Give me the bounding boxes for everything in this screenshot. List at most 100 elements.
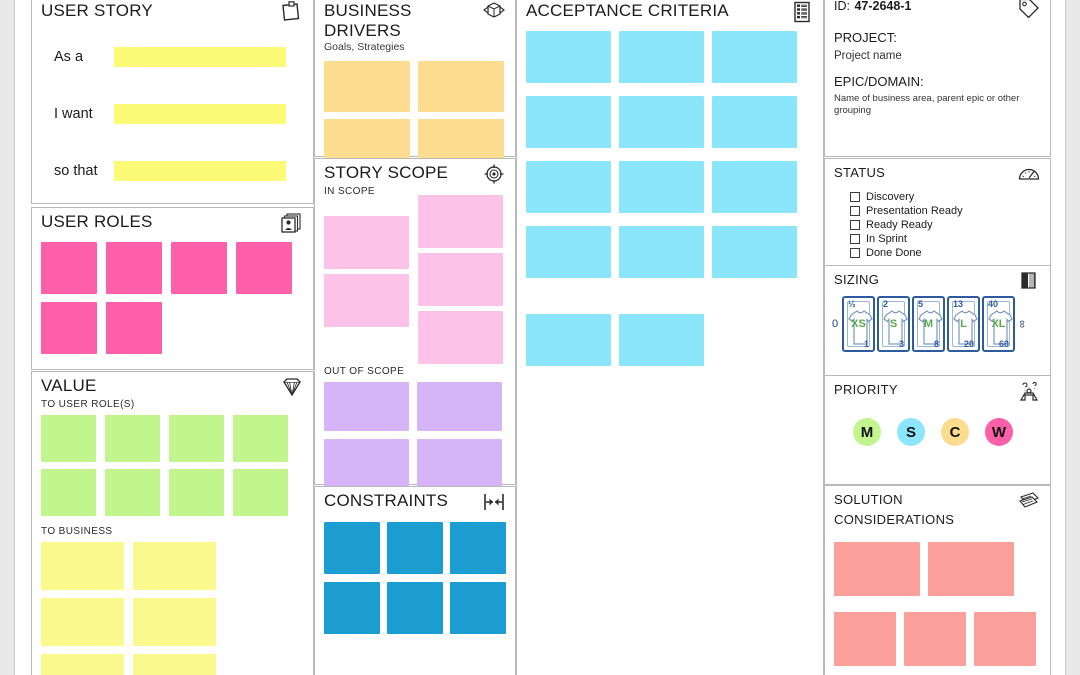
story-board: USER STORY As a I want so that USER ROLE… [14, 0, 1066, 675]
constraint-card[interactable] [450, 522, 506, 574]
status-checkbox[interactable] [850, 192, 860, 202]
sizing-card-s[interactable]: 2 3S [877, 296, 910, 352]
user-role-card[interactable] [106, 242, 162, 294]
solution-consideration-card[interactable] [974, 612, 1036, 666]
user-story-field-i-want[interactable] [114, 104, 286, 124]
constraint-card[interactable] [387, 582, 443, 634]
status-option[interactable]: Ready Ready [850, 218, 1050, 232]
constraint-card[interactable] [324, 522, 380, 574]
panel-title: STORY SCOPE [324, 163, 449, 182]
panel-header: USER STORY [32, 0, 313, 23]
user-role-card[interactable] [236, 242, 292, 294]
user-role-card[interactable] [41, 242, 97, 294]
user-roles-card-grid [32, 234, 313, 354]
project-value[interactable]: Project name [834, 49, 1041, 63]
acceptance-criteria-card[interactable] [526, 226, 611, 278]
value-user-card[interactable] [233, 469, 288, 516]
out-of-scope-card-grid [315, 378, 515, 488]
in-scope-card[interactable] [324, 216, 409, 269]
epic-value[interactable]: Name of business area, parent epic or ot… [834, 93, 1041, 117]
status-checkbox[interactable] [850, 206, 860, 216]
arrows-inward-icon [482, 491, 506, 513]
status-option[interactable]: Discovery [850, 190, 1050, 204]
sizing-label: XL [991, 318, 1006, 330]
status-checkbox[interactable] [850, 234, 860, 244]
sizing-low-value: 40 [988, 299, 999, 309]
value-business-card[interactable] [133, 598, 216, 646]
acceptance-criteria-card[interactable] [712, 161, 797, 213]
user-role-card[interactable] [106, 302, 162, 354]
status-checkbox[interactable] [850, 220, 860, 230]
value-user-card[interactable] [169, 415, 224, 462]
acceptance-criteria-card[interactable] [526, 161, 611, 213]
in-scope-card[interactable] [418, 253, 503, 306]
status-option[interactable]: Presentation Ready [850, 204, 1050, 218]
solution-consideration-card[interactable] [904, 612, 966, 666]
panel-user-roles: USER ROLES [31, 207, 314, 370]
sizing-card-xl[interactable]: 40 60 XL [982, 296, 1015, 352]
acceptance-criteria-card[interactable] [619, 31, 704, 83]
constraint-card[interactable] [387, 522, 443, 574]
value-user-card[interactable] [105, 415, 160, 462]
sizing-card-m[interactable]: 5 8 M [912, 296, 945, 352]
user-story-label-as-a: As a [54, 49, 84, 65]
value-business-card[interactable] [41, 654, 124, 675]
user-story-field-as-a[interactable] [114, 47, 286, 67]
panel-business-drivers: BUSINESS DRIVERS Goals, Strategies [314, 0, 516, 170]
business-driver-card[interactable] [418, 61, 504, 112]
acceptance-criteria-card[interactable] [712, 96, 797, 148]
priority-option-m[interactable]: M [853, 418, 881, 446]
sizing-low-value: 2 [883, 299, 889, 309]
epic-label: EPIC/DOMAIN: [834, 74, 924, 89]
solution-consideration-card[interactable] [834, 612, 896, 666]
value-business-card[interactable] [133, 542, 216, 590]
value-user-card[interactable] [105, 469, 160, 516]
out-of-scope-card[interactable] [324, 439, 409, 488]
user-story-row: I want [32, 96, 313, 132]
acceptance-criteria-card[interactable] [526, 314, 611, 366]
acceptance-criteria-card[interactable] [526, 96, 611, 148]
solution-consideration-card[interactable] [928, 542, 1014, 596]
value-user-card[interactable] [41, 469, 96, 516]
status-checkbox[interactable] [850, 248, 860, 258]
panel-header: SOLUTION CONSIDERATIONS [825, 486, 1050, 530]
user-role-card[interactable] [171, 242, 227, 294]
sizing-card-l[interactable]: 13 20 L [947, 296, 980, 352]
in-scope-card[interactable] [418, 311, 503, 364]
value-user-card[interactable] [169, 469, 224, 516]
user-role-card[interactable] [41, 302, 97, 354]
value-business-card[interactable] [41, 542, 124, 590]
out-of-scope-card[interactable] [324, 382, 409, 431]
acceptance-criteria-card[interactable] [619, 96, 704, 148]
status-option-label: Done Done [866, 247, 922, 259]
out-of-scope-card[interactable] [417, 382, 502, 431]
business-drivers-card-grid [315, 54, 515, 170]
acceptance-criteria-card[interactable] [619, 314, 704, 366]
acceptance-criteria-card[interactable] [712, 31, 797, 83]
priority-option-c[interactable]: C [941, 418, 969, 446]
business-driver-card[interactable] [324, 61, 410, 112]
acceptance-criteria-card[interactable] [619, 161, 704, 213]
priority-option-w[interactable]: W [985, 418, 1013, 446]
constraint-card[interactable] [324, 582, 380, 634]
sizing-card-xs[interactable]: ½ 1 XS [842, 296, 875, 352]
panel-value: VALUE TO USER ROLE(S) TO BUSINESS [31, 371, 314, 675]
in-scope-card[interactable] [324, 274, 409, 327]
value-user-card[interactable] [233, 415, 288, 462]
acceptance-criteria-card[interactable] [526, 31, 611, 83]
status-option[interactable]: In Sprint [850, 232, 1050, 246]
sizing-low-value: ½ [848, 299, 856, 309]
solution-consideration-card[interactable] [834, 542, 920, 596]
acceptance-criteria-card[interactable] [619, 226, 704, 278]
value-business-card[interactable] [41, 598, 124, 646]
user-story-field-so-that[interactable] [114, 161, 286, 181]
value-business-card[interactable] [133, 654, 216, 675]
acceptance-criteria-card[interactable] [712, 226, 797, 278]
sizing-low-value: 13 [953, 299, 964, 309]
value-user-card[interactable] [41, 415, 96, 462]
priority-option-s[interactable]: S [897, 418, 925, 446]
out-of-scope-card[interactable] [417, 439, 502, 488]
status-option[interactable]: Done Done [850, 246, 1050, 260]
in-scope-card[interactable] [418, 195, 503, 248]
constraint-card[interactable] [450, 582, 506, 634]
